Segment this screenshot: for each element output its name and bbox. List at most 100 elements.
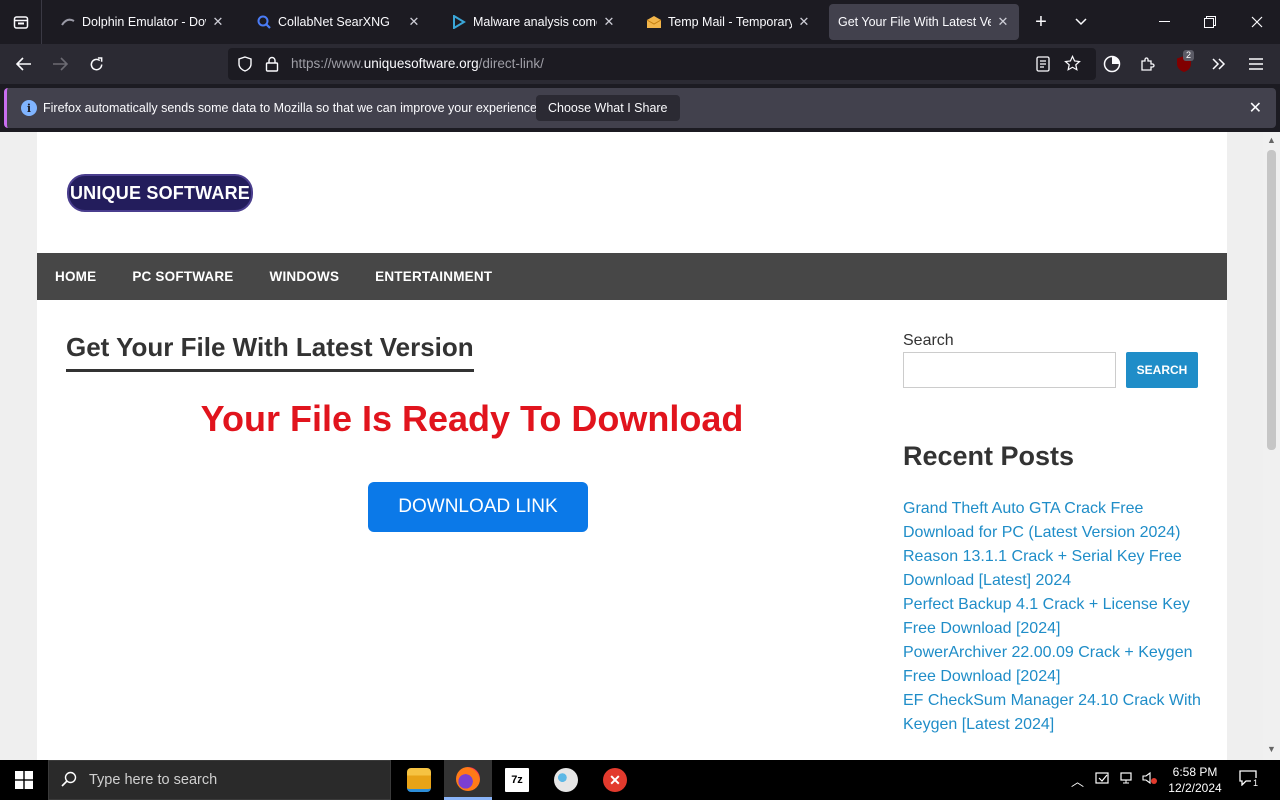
close-notification-icon[interactable]: ✕ — [1249, 98, 1262, 118]
clock-time: 6:58 PM — [1172, 765, 1218, 779]
recent-post-link[interactable]: Perfect Backup 4.1 Crack + License Key F… — [903, 593, 1203, 641]
taskbar-search-placeholder: Type here to search — [89, 772, 218, 788]
navigation-toolbar: https://www.uniquesoftware.org/direct-li… — [0, 44, 1280, 84]
tempmail-icon — [646, 14, 662, 30]
action-center-button[interactable]: 1 — [1239, 770, 1261, 789]
address-bar[interactable]: https://www.uniquesoftware.org/direct-li… — [228, 48, 1096, 80]
tracking-protection-shield-icon[interactable] — [237, 56, 253, 77]
restore-button[interactable] — [1194, 6, 1226, 38]
page-container: UNIQUE SOFTWARE HOME PC SOFTWARE WINDOWS… — [37, 132, 1227, 760]
download-link-button[interactable]: DOWNLOAD LINK — [368, 482, 588, 532]
recent-post-link[interactable]: Grand Theft Auto GTA Crack Free Download… — [903, 497, 1203, 545]
search-input[interactable] — [903, 352, 1116, 388]
firefox-view-icon — [13, 16, 28, 29]
back-arrow-icon — [16, 57, 31, 71]
paint-app-icon — [554, 768, 578, 792]
ublock-origin-button[interactable]: 2 — [1168, 48, 1200, 80]
7zip-icon: 7z — [505, 768, 529, 792]
close-window-button[interactable] — [1241, 6, 1273, 38]
volume-muted-icon[interactable] — [1142, 771, 1158, 788]
scroll-up-arrow-icon[interactable]: ▲ — [1263, 135, 1280, 145]
new-tab-button[interactable]: + — [1025, 6, 1057, 38]
notification-message: Firefox automatically sends some data to… — [43, 101, 541, 115]
puzzle-piece-icon — [1141, 57, 1155, 71]
double-chevron-right-icon — [1212, 58, 1226, 70]
reload-icon — [90, 56, 102, 70]
close-icon[interactable]: ✕ — [995, 14, 1011, 30]
url-text[interactable]: https://www.uniquesoftware.org/direct-li… — [291, 56, 544, 71]
tab-title: CollabNet SearXNG — [278, 15, 390, 29]
tab-strip: Dolphin Emulator - Down ✕ CollabNet Sear… — [0, 0, 1280, 44]
site-logo[interactable]: UNIQUE SOFTWARE — [67, 174, 253, 212]
recent-post-link[interactable]: EF CheckSum Manager 24.10 Crack With Key… — [903, 689, 1203, 737]
back-button[interactable] — [8, 48, 40, 80]
notification-count-badge: 1 — [1251, 778, 1261, 788]
start-button[interactable] — [0, 760, 48, 800]
minimize-button[interactable] — [1148, 6, 1180, 38]
taskbar-firefox[interactable] — [444, 760, 492, 800]
search-button[interactable]: SEARCH — [1126, 352, 1198, 388]
url-path: /direct-link/ — [478, 56, 544, 71]
windows-taskbar: Type here to search 7z ✕ ︿ 6:58 PM 12/2/… — [0, 760, 1280, 800]
close-icon — [1251, 16, 1263, 28]
info-icon: i — [21, 100, 37, 116]
tab-temp-mail[interactable]: Temp Mail - Temporary Di ✕ — [634, 4, 820, 40]
scrollbar-thumb[interactable] — [1267, 150, 1276, 450]
recent-posts-heading: Recent Posts — [903, 441, 1075, 471]
reload-button[interactable] — [80, 48, 112, 80]
taskbar-file-explorer[interactable] — [395, 760, 443, 800]
extensions-button[interactable] — [1132, 48, 1164, 80]
extension-badge: 2 — [1183, 50, 1195, 61]
lock-icon[interactable] — [265, 56, 279, 77]
firefox-view-button[interactable] — [0, 0, 42, 44]
firefox-icon — [456, 766, 480, 791]
recent-post-link[interactable]: PowerArchiver 22.00.09 Crack + Keygen Fr… — [903, 641, 1203, 689]
show-hidden-icons-chevron-icon[interactable]: ︿ — [1071, 771, 1084, 790]
network-icon[interactable] — [1119, 771, 1135, 788]
list-all-tabs-button[interactable] — [1065, 6, 1097, 38]
tray-app-icon[interactable] — [1095, 771, 1111, 788]
tab-dolphin[interactable]: Dolphin Emulator - Down ✕ — [48, 4, 234, 40]
close-icon[interactable]: ✕ — [796, 14, 812, 30]
plus-icon: + — [1035, 10, 1047, 33]
windows-logo-icon — [15, 771, 33, 789]
scroll-down-arrow-icon[interactable]: ▼ — [1263, 744, 1280, 754]
clock-date: 12/2/2024 — [1168, 781, 1222, 795]
menu-item-home[interactable]: HOME — [55, 269, 96, 284]
ready-heading: Your File Is Ready To Download — [200, 398, 744, 439]
menu-item-windows[interactable]: WINDOWS — [270, 269, 340, 284]
hamburger-menu-icon — [1249, 58, 1263, 70]
tab-searxng[interactable]: CollabNet SearXNG ✕ — [244, 4, 430, 40]
choose-what-i-share-button[interactable]: Choose What I Share — [536, 95, 680, 121]
search-icon — [61, 771, 77, 792]
tab-title: Get Your File With Latest Versi — [838, 15, 991, 29]
url-prefix: https://www. — [291, 56, 364, 71]
bookmark-star-icon[interactable] — [1064, 54, 1081, 77]
firefox-account-button[interactable] — [1096, 48, 1128, 80]
web-content-viewport: UNIQUE SOFTWARE HOME PC SOFTWARE WINDOWS… — [0, 132, 1280, 760]
malware-site-icon — [451, 14, 467, 30]
chevron-down-icon — [1075, 18, 1087, 26]
taskbar-paint-app[interactable] — [542, 760, 590, 800]
forward-arrow-icon — [53, 57, 68, 71]
forward-button[interactable] — [44, 48, 76, 80]
url-domain: uniquesoftware.org — [363, 56, 479, 71]
taskbar-search-box[interactable]: Type here to search — [48, 760, 391, 800]
recent-post-link[interactable]: Reason 13.1.1 Crack + Serial Key Free Do… — [903, 545, 1203, 593]
reader-view-icon[interactable] — [1036, 56, 1050, 77]
taskbar-7zip[interactable]: 7z — [493, 760, 541, 800]
search-label: Search — [903, 332, 954, 349]
recent-posts-list: Grand Theft Auto GTA Crack Free Download… — [903, 497, 1203, 737]
overflow-menu-button[interactable] — [1203, 48, 1235, 80]
tab-active-download[interactable]: Get Your File With Latest Versi ✕ — [829, 4, 1019, 40]
page-scrollbar[interactable]: ▲ ▼ — [1263, 132, 1280, 760]
taskbar-red-x-app[interactable]: ✕ — [591, 760, 639, 800]
menu-item-pc-software[interactable]: PC SOFTWARE — [132, 269, 233, 284]
app-menu-button[interactable] — [1240, 48, 1272, 80]
menu-item-entertainment[interactable]: ENTERTAINMENT — [375, 269, 492, 284]
tab-malware-analysis[interactable]: Malware analysis comedi ✕ — [439, 4, 625, 40]
system-clock[interactable]: 6:58 PM 12/2/2024 — [1158, 764, 1232, 796]
close-icon[interactable]: ✕ — [210, 14, 226, 30]
close-icon[interactable]: ✕ — [406, 14, 422, 30]
close-icon[interactable]: ✕ — [601, 14, 617, 30]
